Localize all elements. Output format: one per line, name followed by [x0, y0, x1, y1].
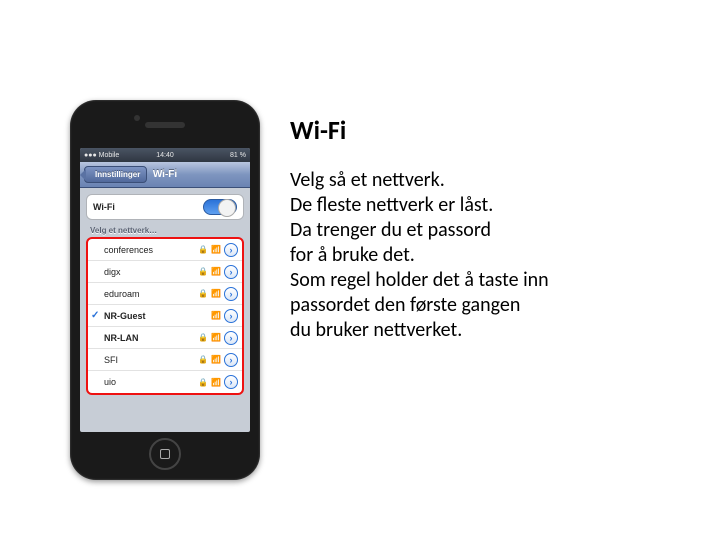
lock-icon: 🔒 [198, 267, 208, 276]
network-name: NR-Guest [104, 311, 146, 321]
home-icon [160, 449, 170, 459]
nav-title: Wi-Fi [80, 169, 250, 180]
iphone-frame: ●●● Mobile 14:40 81 % Innstillinger Wi-F… [70, 100, 260, 480]
slide-text: Wi-Fi Velg så et nettverk. De fleste net… [290, 100, 690, 480]
body-line: du bruker nettverket. [290, 318, 690, 343]
wifi-signal-icon: 📶 [211, 333, 221, 342]
wifi-toggle-cell: Wi-Fi [86, 194, 244, 220]
body-line: Da trenger du et passord [290, 218, 690, 243]
status-bar: ●●● Mobile 14:40 81 % [80, 148, 250, 162]
network-row[interactable]: NR-LAN 🔒📶› [88, 327, 242, 349]
network-row-accessories: 🔒📶› [198, 375, 238, 389]
network-row[interactable]: conferences 🔒📶› [88, 239, 242, 261]
network-name: digx [104, 267, 121, 277]
network-row-accessories: 🔒📶› [198, 353, 238, 367]
detail-disclosure-icon[interactable]: › [224, 243, 238, 257]
lock-icon: 🔒 [198, 378, 208, 387]
network-name: SFI [104, 355, 118, 365]
detail-disclosure-icon[interactable]: › [224, 309, 238, 323]
wifi-signal-icon: 📶 [211, 289, 221, 298]
choose-network-label: Velg et nettverk… [90, 226, 240, 235]
wifi-signal-icon: 📶 [211, 245, 221, 254]
wifi-toggle-label: Wi-Fi [93, 202, 115, 212]
network-row[interactable]: eduroam 🔒📶› [88, 283, 242, 305]
body-line: Velg så et nettverk. [290, 168, 690, 193]
network-row-accessories: 🔒📶› [198, 265, 238, 279]
network-row-accessories: 🔒📶› [198, 243, 238, 257]
lock-icon: 🔒 [198, 333, 208, 342]
camera-dot [134, 115, 140, 121]
detail-disclosure-icon[interactable]: › [224, 331, 238, 345]
wifi-signal-icon: 📶 [211, 267, 221, 276]
network-row-accessories: 📶› [211, 309, 238, 323]
network-row[interactable]: SFI 🔒📶› [88, 349, 242, 371]
network-list-highlight: conferences🔒📶›digx🔒📶›eduroam🔒📶›NR-Guest📶… [86, 237, 244, 395]
nav-bar: Innstillinger Wi-Fi [80, 162, 250, 188]
network-row[interactable]: uio 🔒📶› [88, 371, 242, 393]
wifi-switch-on[interactable] [203, 199, 237, 215]
home-button[interactable] [149, 438, 181, 470]
wifi-signal-icon: 📶 [211, 378, 221, 387]
phone-screen: ●●● Mobile 14:40 81 % Innstillinger Wi-F… [80, 148, 250, 432]
network-name: conferences [104, 245, 153, 255]
detail-disclosure-icon[interactable]: › [224, 287, 238, 301]
body-line: for å bruke det. [290, 243, 690, 268]
network-row-accessories: 🔒📶› [198, 331, 238, 345]
network-row-accessories: 🔒📶› [198, 287, 238, 301]
speaker-slot [145, 122, 185, 128]
body-line: De fleste nettverk er låst. [290, 193, 690, 218]
wifi-signal-icon: 📶 [211, 355, 221, 364]
detail-disclosure-icon[interactable]: › [224, 353, 238, 367]
lock-icon: 🔒 [198, 289, 208, 298]
body-line: passordet den første gangen [290, 293, 690, 318]
network-name: eduroam [104, 289, 140, 299]
lock-icon: 🔒 [198, 355, 208, 364]
network-row[interactable]: NR-Guest 📶› [88, 305, 242, 327]
network-name: uio [104, 377, 116, 387]
detail-disclosure-icon[interactable]: › [224, 375, 238, 389]
body-line: Som regel holder det å taste inn [290, 268, 690, 293]
status-time: 14:40 [80, 152, 250, 159]
wifi-signal-icon: 📶 [211, 311, 221, 320]
network-row[interactable]: digx 🔒📶› [88, 261, 242, 283]
detail-disclosure-icon[interactable]: › [224, 265, 238, 279]
slide-heading: Wi-Fi [290, 114, 690, 146]
wifi-toggle-row[interactable]: Wi-Fi [87, 195, 243, 219]
network-name: NR-LAN [104, 333, 139, 343]
lock-icon: 🔒 [198, 245, 208, 254]
